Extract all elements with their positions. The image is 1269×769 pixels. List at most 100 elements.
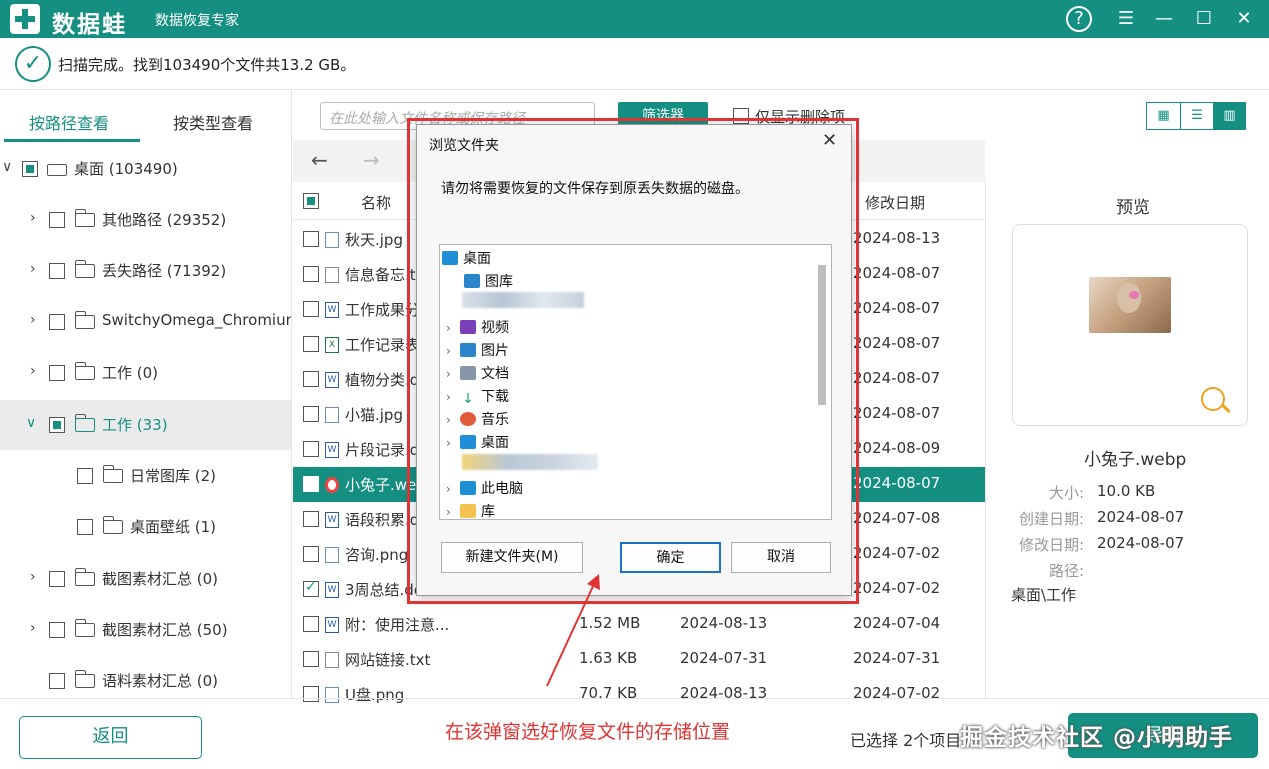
row-modified: 2024-07-31 (853, 649, 941, 667)
table-row[interactable]: W 附：使用注意... 1.52 MB 2024-08-13 2024-07-04 (293, 607, 985, 642)
row-modified: 2024-08-07 (853, 334, 941, 352)
row-checkbox[interactable] (303, 371, 319, 387)
row-checkbox[interactable] (303, 231, 319, 247)
row-checkbox[interactable] (303, 511, 319, 527)
text-file-icon (325, 652, 339, 668)
tree-item-corpus[interactable]: 语料素材汇总 (0) (0, 656, 291, 698)
tree-checkbox[interactable] (49, 365, 65, 381)
row-name: 信息备忘.t (345, 266, 416, 284)
tree-item-label: 日常图库 (2) (130, 467, 217, 485)
chevron-right-icon[interactable]: › (30, 312, 36, 328)
row-name: 附：使用注意... (345, 616, 450, 634)
tree-item-wallpaper[interactable]: 桌面壁纸 (1) (0, 502, 291, 552)
row-modified: 2024-08-07 (853, 264, 941, 282)
preview-view-icon[interactable]: ▥ (1213, 103, 1246, 129)
tree-item-label: 工作 (33) (102, 416, 168, 434)
scan-status-message: 扫描完成。找到103490个文件共13.2 GB。 (58, 56, 356, 74)
image-file-icon (325, 547, 339, 563)
row-checkbox[interactable] (303, 546, 319, 562)
active-tab-indicator (4, 139, 140, 142)
tab-by-path[interactable]: 按路径查看 (29, 110, 109, 134)
tree-item-switchyomega[interactable]: › SwitchyOmega_Chromium (0, 297, 291, 347)
row-checkbox[interactable] (303, 301, 319, 317)
row-checkbox[interactable] (303, 579, 319, 597)
row-checkbox[interactable] (303, 266, 319, 282)
row-name: 咨询.png (345, 546, 409, 564)
tree-checkbox[interactable] (49, 212, 65, 228)
row-modified: 2024-08-07 (853, 299, 941, 317)
column-name[interactable]: 名称 (361, 192, 391, 213)
preview-pane: 预览 小兔子.webp 大小: 10.0 KB 创建日期: 2024-08-07… (985, 182, 1269, 698)
list-view-icon[interactable]: ☰ (1180, 103, 1213, 129)
chevron-right-icon[interactable]: › (30, 569, 36, 585)
folder-icon (75, 209, 95, 227)
row-checkbox[interactable] (303, 441, 319, 457)
chevron-right-icon[interactable]: › (30, 261, 36, 277)
close-icon[interactable]: ✕ (1230, 5, 1258, 33)
row-checkbox[interactable] (303, 651, 319, 667)
tree-checkbox[interactable] (49, 571, 65, 587)
tree-item-screenshots-empty[interactable]: › 截图素材汇总 (0) (0, 554, 291, 604)
tree-checkbox[interactable] (49, 673, 65, 689)
chevron-right-icon[interactable]: › (30, 363, 36, 379)
annotation-text: 在该弹窗选好恢复文件的存储位置 (445, 721, 731, 743)
tree-checkbox[interactable] (22, 161, 38, 177)
tree-checkbox[interactable] (77, 468, 93, 484)
chevron-right-icon[interactable]: › (30, 210, 36, 226)
image-file-icon (325, 407, 339, 423)
tab-by-type[interactable]: 按类型查看 (173, 110, 253, 134)
column-modified[interactable]: 修改日期 (865, 192, 925, 213)
back-button[interactable]: 返回 (19, 716, 202, 759)
folder-icon (75, 619, 95, 637)
annotation-arrow-icon (546, 574, 600, 687)
row-checkbox[interactable] (303, 406, 319, 422)
select-all-checkbox[interactable] (303, 193, 319, 209)
app-subtitle: 数据恢复专家 (155, 13, 239, 29)
tree-checkbox[interactable] (49, 314, 65, 330)
tree-item-work-empty[interactable]: › 工作 (0) (0, 348, 291, 398)
tree-item-screenshots[interactable]: › 截图素材汇总 (50) (0, 605, 291, 655)
check-circle-icon: ✓ (15, 46, 51, 82)
row-modified: 2024-07-04 (853, 614, 941, 632)
tree-item-other-paths[interactable]: › 其他路径 (29352) (0, 195, 291, 245)
forward-arrow-icon[interactable]: → (363, 148, 380, 172)
row-name: 网站链接.txt (345, 651, 431, 669)
menu-icon[interactable]: ☰ (1112, 5, 1140, 33)
minimize-icon[interactable]: — (1150, 5, 1178, 33)
tree-checkbox[interactable] (49, 622, 65, 638)
folder-icon (75, 568, 95, 586)
grid-view-icon[interactable]: ▦ (1147, 103, 1180, 129)
preview-title: 预览 (1116, 198, 1150, 218)
row-checkbox[interactable] (303, 476, 319, 492)
table-row[interactable]: 网站链接.txt 1.63 KB 2024-07-31 2024-07-31 (293, 642, 985, 677)
maximize-icon[interactable]: ☐ (1190, 5, 1218, 33)
chevron-right-icon[interactable]: › (30, 620, 36, 636)
word-file-icon: W (325, 372, 339, 388)
row-modified: 2024-08-09 (853, 439, 941, 457)
highlight-box (407, 118, 859, 604)
folder-icon (75, 260, 95, 278)
tree-checkbox[interactable] (49, 417, 65, 433)
path-label: 路径: (1048, 562, 1084, 580)
zoom-icon[interactable] (1201, 387, 1225, 411)
row-checkbox[interactable] (303, 336, 319, 352)
tree-item-label: 丢失路径 (71392) (102, 262, 227, 280)
row-modified: 2024-07-08 (853, 509, 941, 527)
tree-checkbox[interactable] (49, 263, 65, 279)
left-pane: 按路径查看 按类型查看 ∨ 桌面 (103490) › 其他路径 (29352)… (0, 90, 292, 698)
word-file-icon: W (325, 442, 339, 458)
tree-item-label: 截图素材汇总 (50) (102, 621, 228, 639)
word-file-icon: W (325, 302, 339, 318)
app-logo-icon (10, 4, 40, 34)
tree-item-desktop[interactable]: ∨ 桌面 (103490) (0, 144, 291, 194)
tree-checkbox[interactable] (77, 519, 93, 535)
help-icon[interactable]: ? (1066, 6, 1092, 32)
tree-item-lost-paths[interactable]: › 丢失路径 (71392) (0, 246, 291, 296)
row-checkbox[interactable] (303, 616, 319, 632)
back-arrow-icon[interactable]: ← (311, 148, 328, 172)
chevron-down-icon[interactable]: ∨ (26, 415, 36, 431)
tree-item-work-selected[interactable]: ∨ 工作 (33) (0, 400, 291, 450)
tree-item-daily-gallery[interactable]: 日常图库 (2) (0, 451, 291, 501)
chevron-down-icon[interactable]: ∨ (2, 159, 12, 175)
word-file-icon: W (325, 512, 339, 528)
